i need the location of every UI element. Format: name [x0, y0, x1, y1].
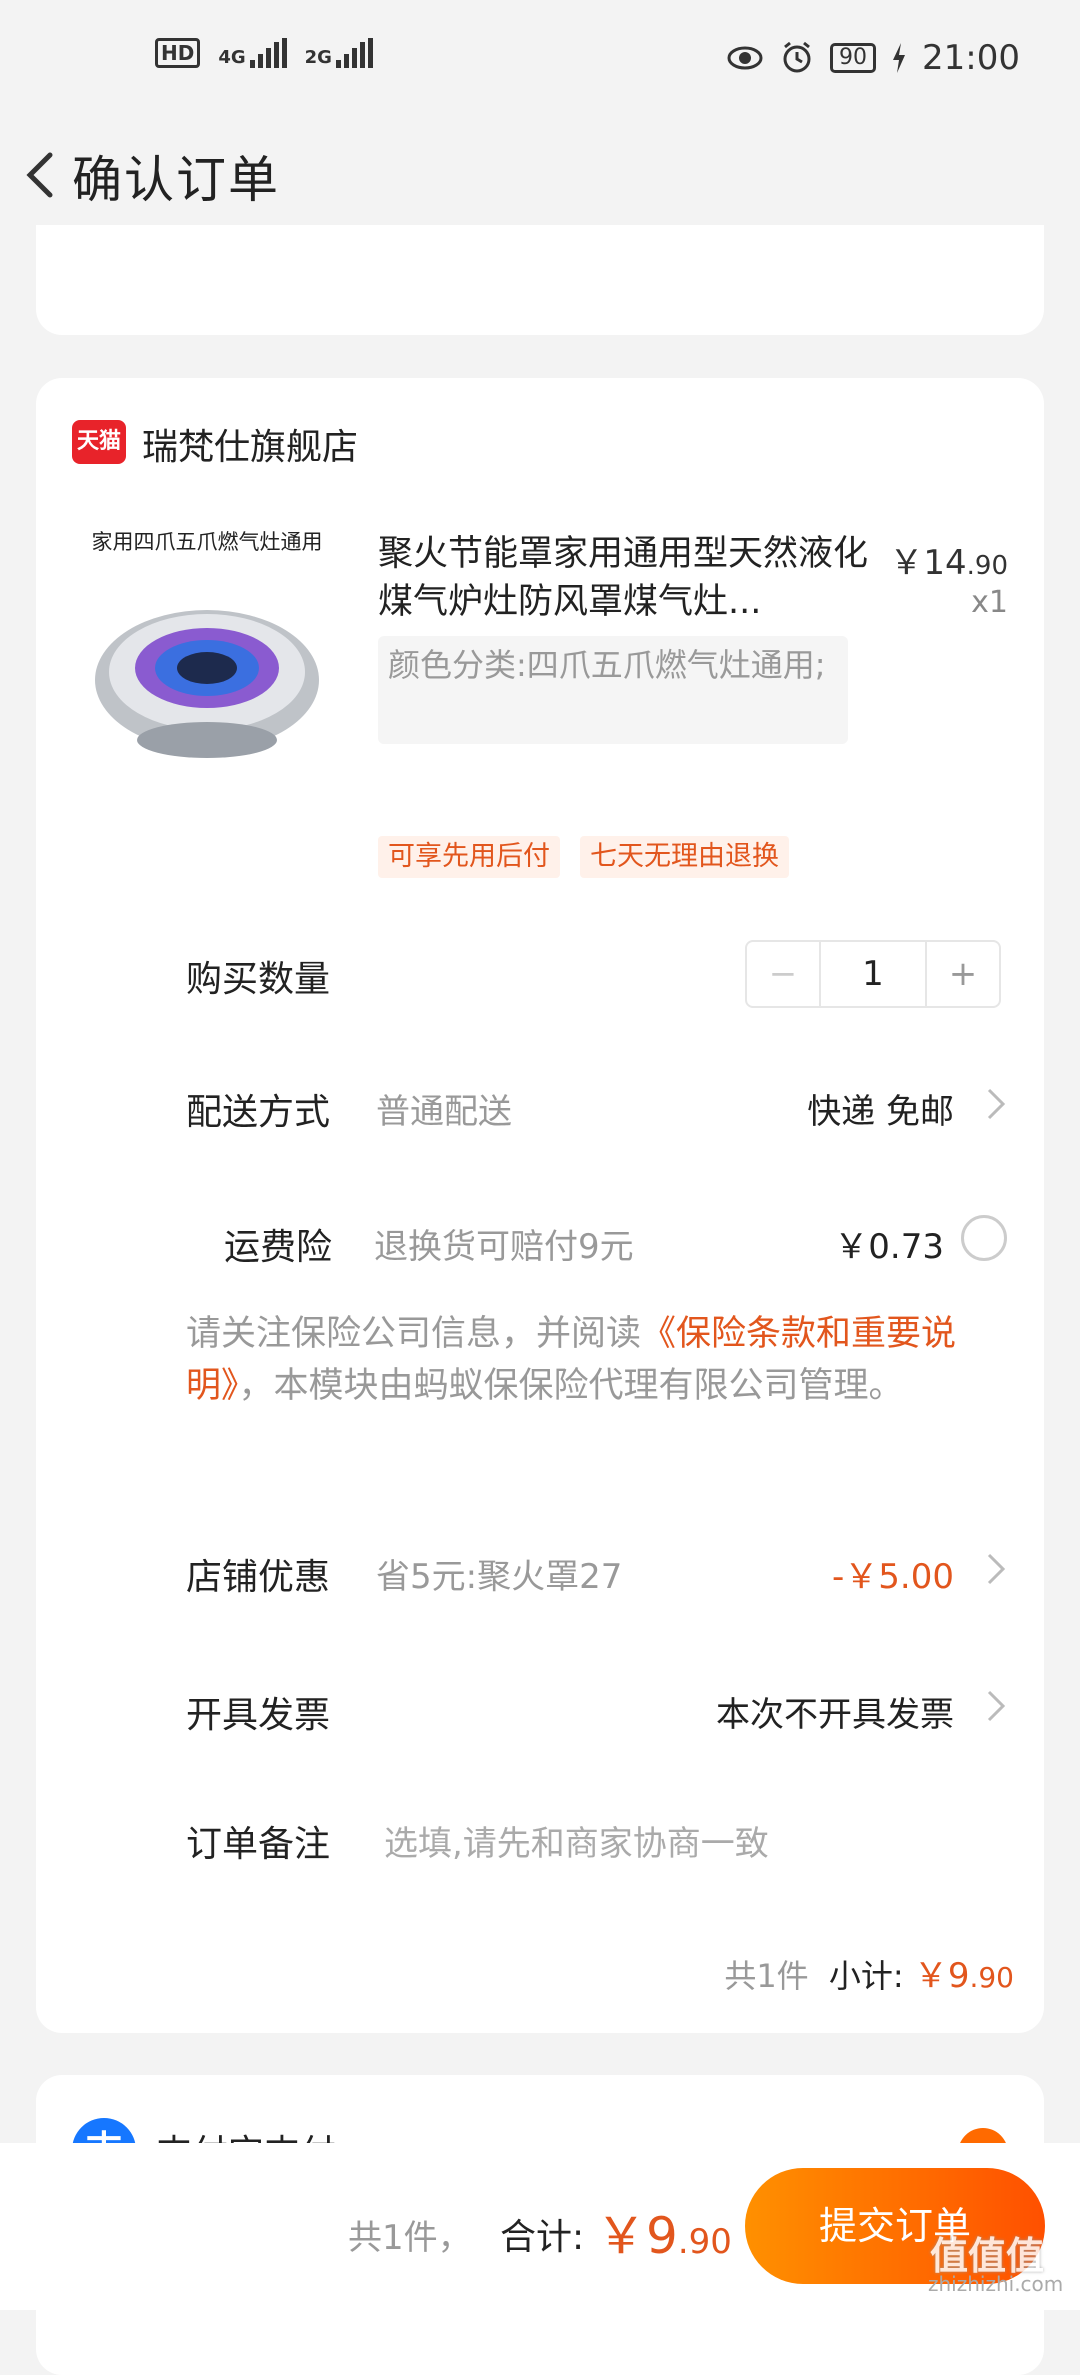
product-quantity: x1 — [971, 585, 1008, 620]
subtotal-count: 共1件 — [724, 1957, 809, 1995]
page-title: 确认订单 — [72, 151, 280, 209]
discount-desc: 省5元:聚火罩27 — [376, 1557, 623, 1597]
tag-pay-later: 可享先用后付 — [378, 836, 560, 878]
price-decimal: .90 — [966, 551, 1008, 581]
sim2-signal: 2G — [305, 38, 373, 68]
delivery-label: 配送方式 — [186, 1092, 331, 1133]
invoice-label: 开具发票 — [186, 1695, 331, 1736]
eye-icon — [727, 46, 763, 70]
price-main: ￥14 — [889, 543, 967, 583]
insurance-label: 运费险 — [224, 1227, 333, 1268]
tmall-logo-icon: 天猫 — [72, 420, 126, 464]
total-amount: ￥9.90 — [596, 2196, 732, 2268]
remark-input[interactable]: 选填,请先和商家协商一致 — [384, 1816, 769, 1865]
signal-icon — [335, 38, 373, 68]
status-bar-right: 90 21:00 — [726, 38, 1020, 78]
charging-icon — [893, 43, 906, 73]
subtotal: 共1件 小计: ￥9.90 — [724, 1948, 1014, 1997]
total-count: 共1件， — [348, 2218, 472, 2258]
insurance-notice: 请关注保险公司信息，并阅读《保险条款和重要说明》，本模块由蚂蚁保保险代理有限公司… — [186, 1308, 1016, 1412]
decrement-button[interactable]: − — [747, 942, 821, 1006]
back-arrow-icon[interactable] — [14, 145, 74, 205]
insurance-radio[interactable] — [961, 1215, 1007, 1261]
quantity-label: 购买数量 — [186, 959, 331, 1000]
product-image-caption: 家用四爪五爪燃气灶通用 — [91, 530, 323, 554]
chevron-right-icon[interactable] — [985, 1551, 1007, 1587]
insurance-price: ￥0.73 — [834, 1227, 944, 1267]
sim1-signal: 4G — [218, 38, 287, 68]
delivery-method: 普通配送 — [376, 1092, 512, 1132]
address-card[interactable] — [36, 225, 1044, 335]
increment-button[interactable]: + — [925, 942, 999, 1006]
subtotal-label: 小计: — [828, 1957, 904, 1995]
remark-label: 订单备注 — [186, 1824, 331, 1865]
signal-icon — [249, 38, 287, 68]
shop-name[interactable]: 瑞梵仕旗舰店 — [142, 418, 358, 470]
chevron-right-icon[interactable] — [985, 1688, 1007, 1724]
alarm-icon — [783, 41, 811, 73]
total-decimal: .90 — [677, 2222, 732, 2262]
insurance-desc: 退换货可赔付9元 — [374, 1227, 634, 1267]
sim1-network-type: 4G — [218, 47, 246, 68]
hd-indicator: HD — [155, 38, 201, 68]
total-label: 合计: — [500, 2217, 585, 2258]
total-main: ￥9 — [596, 2207, 678, 2265]
invoice-value[interactable]: 本次不开具发票 — [716, 1687, 954, 1736]
clock: 21:00 — [922, 38, 1020, 78]
product-image[interactable]: 家用四爪五爪燃气灶通用 — [72, 520, 342, 795]
discount-value[interactable]: -￥5.00 — [832, 1549, 954, 1598]
gas-burner-image — [95, 610, 319, 758]
chevron-right-icon[interactable] — [985, 1086, 1007, 1122]
notice-text-tail: ，本模块由蚂蚁保保险代理有限公司管理。 — [238, 1366, 904, 1406]
product-name[interactable]: 聚火节能罩家用通用型天然液化煤气炉灶防风罩煤气灶... — [378, 530, 878, 626]
tag-return-7days: 七天无理由退换 — [580, 836, 789, 878]
delivery-value[interactable]: 快递 免邮 — [807, 1084, 954, 1133]
quantity-stepper[interactable]: − 1 + — [745, 940, 1001, 1008]
quantity-value[interactable]: 1 — [821, 942, 925, 1006]
product-spec[interactable]: 颜色分类:四爪五爪燃气灶通用; — [378, 636, 848, 744]
sim2-network-type: 2G — [304, 47, 332, 68]
notice-text: 请关注保险公司信息，并阅读 — [186, 1314, 642, 1354]
discount-label: 店铺优惠 — [186, 1557, 331, 1598]
status-bar-left: HD 4G 2G — [155, 38, 373, 68]
product-price: ￥14.90 — [880, 535, 1008, 584]
subtotal-decimal: .90 — [969, 1961, 1014, 1994]
battery-icon: 90 — [830, 43, 877, 73]
watermark-site: zhizhizhi.com — [928, 2272, 1064, 2296]
subtotal-amount: ￥9 — [913, 1956, 970, 1996]
